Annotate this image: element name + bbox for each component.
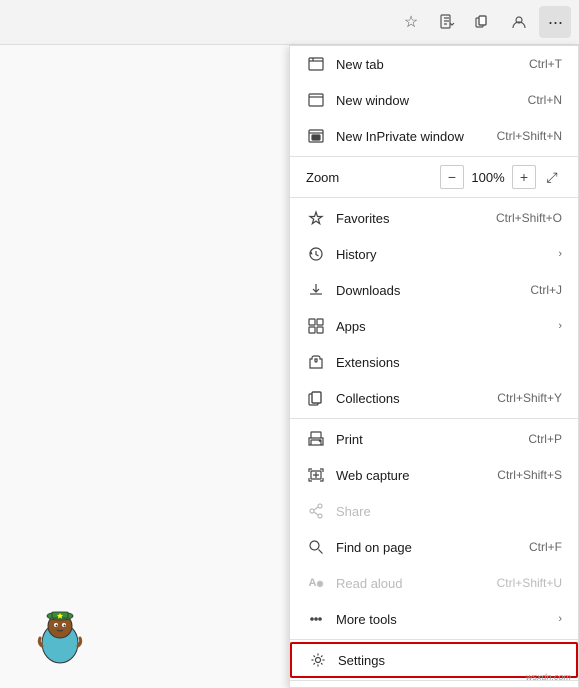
divider-3 (290, 418, 578, 419)
profile-toolbar-icon[interactable] (503, 6, 535, 38)
menu-item-inprivate[interactable]: New InPrivate window Ctrl+Shift+N (290, 118, 578, 154)
favorites-toolbar-icon[interactable]: ☆ (395, 6, 427, 38)
apps-label: Apps (336, 319, 550, 334)
reading-list-toolbar-icon[interactable] (431, 6, 463, 38)
zoom-decrease-button[interactable]: − (440, 165, 464, 189)
more-menu-toolbar-icon[interactable]: ··· (539, 6, 571, 38)
more-tools-icon (306, 609, 326, 629)
menu-item-read-aloud: A◉ Read aloud Ctrl+Shift+U (290, 565, 578, 601)
collections-toolbar-icon[interactable] (467, 6, 499, 38)
menu-item-new-tab[interactable]: New tab Ctrl+T (290, 46, 578, 82)
find-on-page-icon (306, 537, 326, 557)
read-aloud-label: Read aloud (336, 576, 497, 591)
downloads-shortcut: Ctrl+J (530, 283, 562, 297)
zoom-row: Zoom − 100% + ⤢ (290, 159, 578, 195)
menu-item-help-feedback[interactable]: Help and feedback › (290, 683, 578, 688)
new-tab-label: New tab (336, 57, 529, 72)
more-tools-label: More tools (336, 612, 550, 627)
history-label: History (336, 247, 550, 262)
menu-item-extensions[interactable]: Extensions (290, 344, 578, 380)
divider-1 (290, 156, 578, 157)
new-tab-shortcut: Ctrl+T (529, 57, 562, 71)
settings-label: Settings (338, 653, 560, 668)
inprivate-shortcut: Ctrl+Shift+N (497, 129, 562, 143)
menu-item-print[interactable]: Print Ctrl+P (290, 421, 578, 457)
downloads-icon (306, 280, 326, 300)
divider-2 (290, 197, 578, 198)
find-on-page-shortcut: Ctrl+F (529, 540, 562, 554)
collections-shortcut: Ctrl+Shift+Y (497, 391, 562, 405)
extensions-label: Extensions (336, 355, 562, 370)
divider-4 (290, 639, 578, 640)
apps-arrow: › (558, 320, 562, 332)
web-capture-label: Web capture (336, 468, 497, 483)
inprivate-icon (306, 126, 326, 146)
dropdown-menu: New tab Ctrl+T New window Ctrl+N New InP… (289, 45, 579, 688)
menu-item-downloads[interactable]: Downloads Ctrl+J (290, 272, 578, 308)
print-shortcut: Ctrl+P (528, 432, 562, 446)
menu-item-more-tools[interactable]: More tools › (290, 601, 578, 637)
menu-item-web-capture[interactable]: Web capture Ctrl+Shift+S (290, 457, 578, 493)
history-icon (306, 244, 326, 264)
apps-icon (306, 316, 326, 336)
zoom-label: Zoom (306, 170, 440, 185)
new-tab-icon (306, 54, 326, 74)
downloads-label: Downloads (336, 283, 530, 298)
read-aloud-icon: A◉ (306, 573, 326, 593)
zoom-value: 100% (470, 170, 506, 185)
favorites-shortcut: Ctrl+Shift+O (496, 211, 562, 225)
history-arrow: › (558, 248, 562, 260)
extensions-icon (306, 352, 326, 372)
zoom-increase-button[interactable]: + (512, 165, 536, 189)
print-label: Print (336, 432, 528, 447)
zoom-expand-button[interactable]: ⤢ (542, 167, 562, 187)
menu-item-collections[interactable]: Collections Ctrl+Shift+Y (290, 380, 578, 416)
collections-icon (306, 388, 326, 408)
find-on-page-label: Find on page (336, 540, 529, 555)
page-background (0, 45, 289, 688)
appuals-logo (30, 608, 90, 668)
settings-icon (308, 650, 328, 670)
menu-item-favorites[interactable]: Favorites Ctrl+Shift+O (290, 200, 578, 236)
inprivate-label: New InPrivate window (336, 129, 497, 144)
favorites-label: Favorites (336, 211, 496, 226)
print-icon (306, 429, 326, 449)
menu-item-share: Share (290, 493, 578, 529)
menu-item-find-on-page[interactable]: Find on page Ctrl+F (290, 529, 578, 565)
menu-item-apps[interactable]: Apps › (290, 308, 578, 344)
menu-item-new-window[interactable]: New window Ctrl+N (290, 82, 578, 118)
new-window-icon (306, 90, 326, 110)
new-window-label: New window (336, 93, 528, 108)
watermark: wsxdn.com (526, 672, 571, 682)
more-tools-arrow: › (558, 613, 562, 625)
web-capture-icon (306, 465, 326, 485)
share-icon (306, 501, 326, 521)
collections-label: Collections (336, 391, 497, 406)
share-label: Share (336, 504, 562, 519)
new-window-shortcut: Ctrl+N (528, 93, 562, 107)
zoom-controls: − 100% + ⤢ (440, 165, 562, 189)
read-aloud-shortcut: Ctrl+Shift+U (497, 576, 562, 590)
menu-item-history[interactable]: History › (290, 236, 578, 272)
favorites-icon (306, 208, 326, 228)
browser-toolbar: ☆ ··· (0, 0, 579, 45)
web-capture-shortcut: Ctrl+Shift+S (497, 468, 562, 482)
